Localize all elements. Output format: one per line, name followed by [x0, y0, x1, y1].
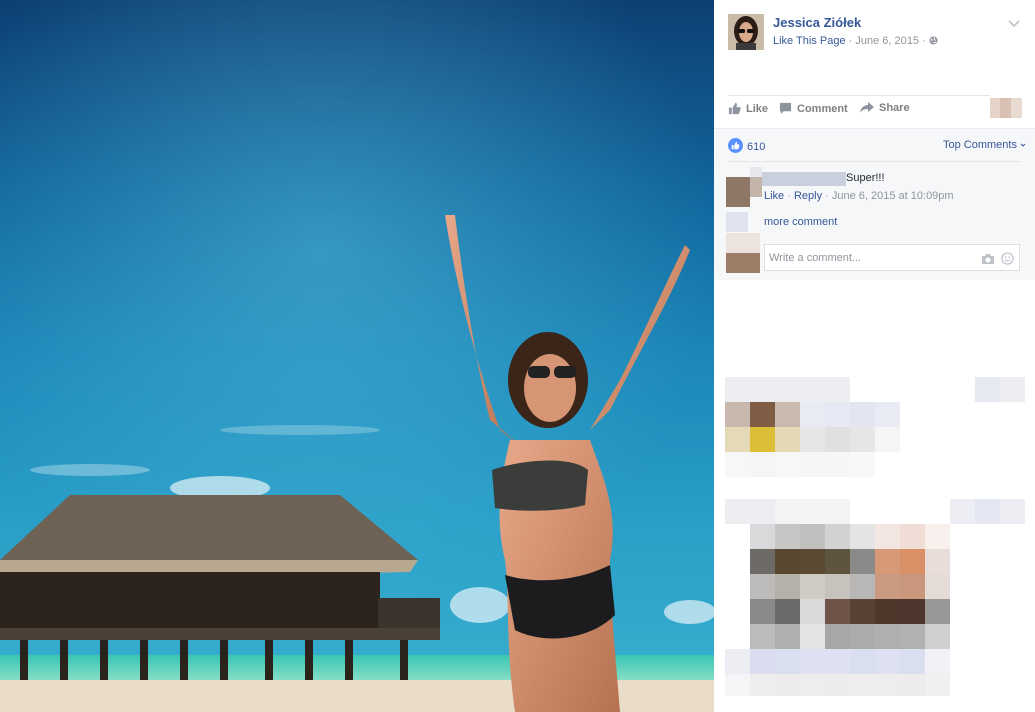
meta-separator: · — [918, 35, 929, 47]
like-label: Like — [746, 102, 769, 115]
viewer-avatar — [726, 233, 760, 273]
comment-text: Super!!! — [846, 172, 885, 184]
commenter-avatar[interactable] — [726, 167, 762, 207]
comment-time[interactable]: June 6, 2015 at 10:09pm — [832, 190, 954, 202]
comment-reply-link[interactable]: Reply — [794, 190, 822, 202]
like-thumb-icon — [728, 102, 741, 115]
comment-meta: Like · Reply · June 6, 2015 at 10:09pm — [764, 190, 954, 202]
pixelated-ad-block — [725, 499, 1025, 704]
chevron-down-icon[interactable] — [1008, 16, 1020, 28]
write-comment-box[interactable] — [764, 244, 1020, 271]
caret-down-icon — [1020, 139, 1026, 151]
like-page-link[interactable]: Like This Page — [773, 35, 846, 47]
more-comments-icon — [726, 212, 748, 232]
comment-label: Comment — [797, 102, 848, 115]
emoji-icon[interactable] — [1001, 252, 1014, 270]
page-name[interactable]: Jessica Ziółek — [773, 15, 861, 30]
top-comments-dropdown[interactable]: Top Comments — [943, 139, 1026, 151]
post-date[interactable]: June 6, 2015 — [855, 35, 919, 47]
pixelated-thumbnail — [990, 98, 1022, 118]
divider — [728, 161, 1021, 162]
comments-section: 610 Top Comments Super!!! Like · Reply ·… — [714, 128, 1035, 280]
like-button[interactable]: Like — [728, 102, 768, 115]
post-meta: Like This Page · June 6, 2015 · — [773, 35, 938, 48]
pixelated-ad-block — [725, 377, 1025, 482]
top-comments-label: Top Comments — [943, 139, 1017, 151]
more-comments-link[interactable]: more comment — [764, 216, 837, 228]
comment-button[interactable]: Comment — [779, 102, 848, 115]
post-photo[interactable] — [0, 0, 714, 712]
comment-like-link[interactable]: Like — [764, 190, 784, 202]
commenter-name-redacted[interactable] — [762, 172, 846, 186]
post-header: Jessica Ziółek Like This Page · June 6, … — [714, 0, 1035, 128]
share-label: Share — [879, 102, 910, 114]
meta-separator: · — [784, 190, 794, 202]
share-icon — [860, 102, 874, 114]
post-sidebar: Jessica Ziółek Like This Page · June 6, … — [714, 0, 1035, 712]
meta-separator: · — [845, 35, 856, 47]
like-reaction-icon — [728, 138, 743, 156]
share-button[interactable]: Share — [860, 102, 910, 114]
write-comment-input[interactable] — [765, 245, 969, 270]
camera-icon[interactable] — [981, 252, 995, 270]
comment-icon — [779, 102, 792, 115]
page-avatar[interactable] — [728, 14, 764, 50]
like-count: 610 — [747, 141, 766, 153]
globe-icon — [929, 36, 938, 48]
reaction-count[interactable]: 610 — [728, 138, 765, 156]
divider — [728, 95, 990, 96]
meta-separator: · — [822, 190, 832, 202]
